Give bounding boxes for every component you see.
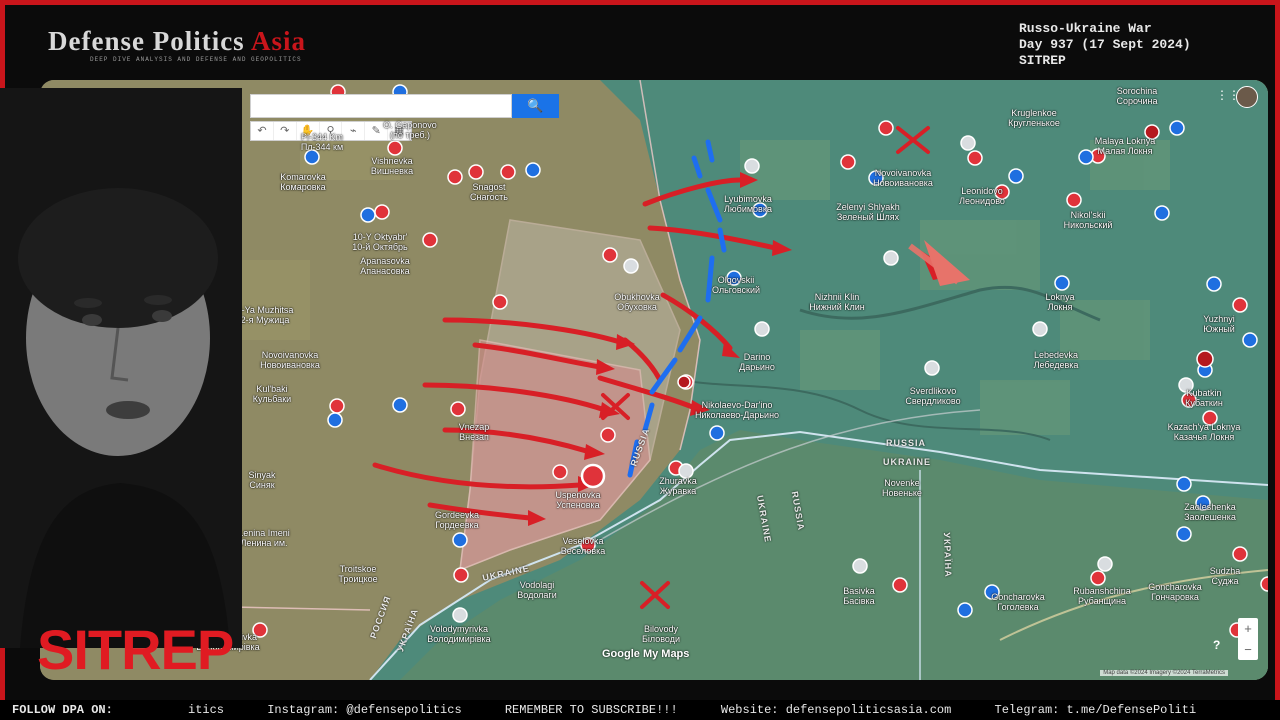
place-label: Vodolagi Водолаги [517, 580, 557, 600]
place-label: Komarovka Комаровка [280, 172, 326, 192]
info-line-type: SITREP [1019, 53, 1066, 68]
redo-icon[interactable]: ↷ [274, 122, 297, 140]
border-label: RUSSIA [886, 438, 927, 448]
place-label: Leonidovo Леонидово [959, 186, 1005, 206]
border-label: UKRAINE [883, 457, 932, 467]
place-label: O. Gaponovo (по треб.) [383, 120, 437, 140]
place-label: Uspenovka Успеновка [555, 490, 601, 510]
place-label: Vnezap Внезап [458, 422, 490, 442]
place-label: Lebedevka Лебедевка [1033, 350, 1079, 370]
place-label: Troitskoe Троицкое [338, 564, 378, 584]
brand-logo: Defense Politics Asia [48, 26, 306, 57]
brand-accent: Asia [250, 26, 306, 56]
place-label: Obukhovka Обуховка [614, 292, 660, 312]
place-label: Kubatkin Кубаткин [1185, 388, 1223, 408]
ticker-item: REMEMBER TO SUBSCRIBE!!! [504, 703, 678, 717]
brand-tagline: DEEP DIVE ANALYSIS AND DEFENSE AND GEOPO… [90, 56, 302, 63]
info-line-day: Day 937 (17 Sept 2024) [1019, 37, 1191, 52]
place-label: Darino Дарьино [739, 352, 775, 372]
place-label: Novoivanovka Новоивановка [260, 350, 320, 370]
place-label: Rubanshchina Рубанщина [1073, 586, 1131, 606]
place-label: Goncharovka Гоголевка [991, 592, 1045, 612]
sitrep-banner: SITREP [37, 618, 234, 681]
ticker-item: Website: defensepoliticsasia.com [720, 703, 952, 717]
place-label: Sudzha Суджа [1209, 566, 1241, 586]
help-icon[interactable]: ? [1213, 638, 1220, 652]
place-label: 10-Y Oktyabr' 10-й Октябрь [352, 232, 408, 252]
place-label: Novoivanovka Новоивановка [873, 168, 933, 188]
ticker-lead: FOLLOW DPA ON: [12, 703, 113, 717]
place-label: Olgovskii Ольговский [711, 275, 761, 295]
map-attribution[interactable]: Map data ©2024 Imagery ©2024 TerraMetric… [1100, 670, 1228, 676]
place-label: Nikol'skii Никольский [1063, 210, 1113, 230]
place-label: Sinyak Синяк [248, 470, 276, 490]
zoom-control: + − [1238, 618, 1258, 660]
place-label: Pl-344 Km Пл-344 км [300, 132, 344, 152]
place-label: Kul'baki Кульбаки [252, 384, 292, 404]
info-line-title: Russo-Ukraine War [1019, 21, 1152, 36]
account-avatar[interactable] [1236, 86, 1258, 108]
place-label: Apanasovka Апанасовка [360, 256, 410, 276]
place-label: Kruglenkoe Кругленькое [1008, 108, 1060, 128]
episode-info: Russo-Ukraine War Day 937 (17 Sept 2024)… [1019, 21, 1191, 69]
presenter-image [0, 88, 242, 648]
place-label: 2-Ya Muzhitsa 2-я Мужица [236, 305, 294, 325]
place-label: Goncharovka Гончаровка [1148, 582, 1202, 602]
place-label: Sverdlikovo Свердликово [905, 386, 961, 406]
place-label: Kazach'ya Loknya Казачья Локня [1167, 422, 1241, 442]
place-label: Vishnevka Вишневка [370, 156, 414, 176]
brand-name: Defense Politics [48, 26, 245, 56]
ticker-item: Telegram: t.me/DefensePoliti [994, 703, 1197, 717]
place-label: Zaoleshenka Заолешенка [1184, 502, 1236, 522]
border-label: УКРАЇНА [941, 532, 954, 578]
place-label: Basivka Басівка [843, 586, 875, 606]
place-label: Bilovody Біловоди [641, 624, 681, 644]
google-mymaps-logo: Google My Maps [602, 648, 690, 660]
place-label: Nizhnii Klin Нижний Клин [809, 292, 865, 312]
zoom-in-button[interactable]: + [1238, 618, 1258, 639]
place-label: Lyubimovka Любимовка [724, 194, 772, 214]
draw-line-icon[interactable]: ⌁ [342, 122, 366, 140]
place-label: Gordeevka Гордеевка [434, 510, 480, 530]
place-label: Novenke Новеньке [882, 478, 922, 498]
place-label: Zhuravka Журавка [659, 476, 697, 496]
place-label: Yuzhnyi Южный [1203, 314, 1235, 334]
map-search-button[interactable]: 🔍 [512, 94, 559, 118]
place-label: Zelenyi Shlyakh Зеленый Шлях [836, 202, 900, 222]
place-label: Snagost Снагость [470, 182, 508, 202]
map-search-input[interactable] [250, 94, 512, 118]
place-label: Nikolaevo-Dar'ino Николаево-Дарьино [694, 400, 780, 420]
ticker-item: itics [188, 703, 225, 717]
undo-icon[interactable]: ↶ [251, 122, 274, 140]
place-label: Veselovka Веселовка [560, 536, 606, 556]
place-label: Loknya Локня [1045, 292, 1075, 312]
place-label: Lenina Imeni Ленина им. [238, 528, 290, 548]
zoom-out-button[interactable]: − [1238, 639, 1258, 660]
social-ticker: FOLLOW DPA ON: itics Instagram: @defense… [0, 700, 1280, 720]
presenter-portrait [0, 88, 242, 648]
ticker-items: itics Instagram: @defensepolitics REMEMB… [188, 700, 1232, 720]
place-label: Sorochina Сорочина [1116, 86, 1158, 106]
ticker-item: Instagram: @defensepolitics [267, 703, 462, 717]
place-label: Malaya Loknya Малая Локня [1094, 136, 1156, 156]
place-label: Volodymyrivka Володимирівка [427, 624, 491, 644]
